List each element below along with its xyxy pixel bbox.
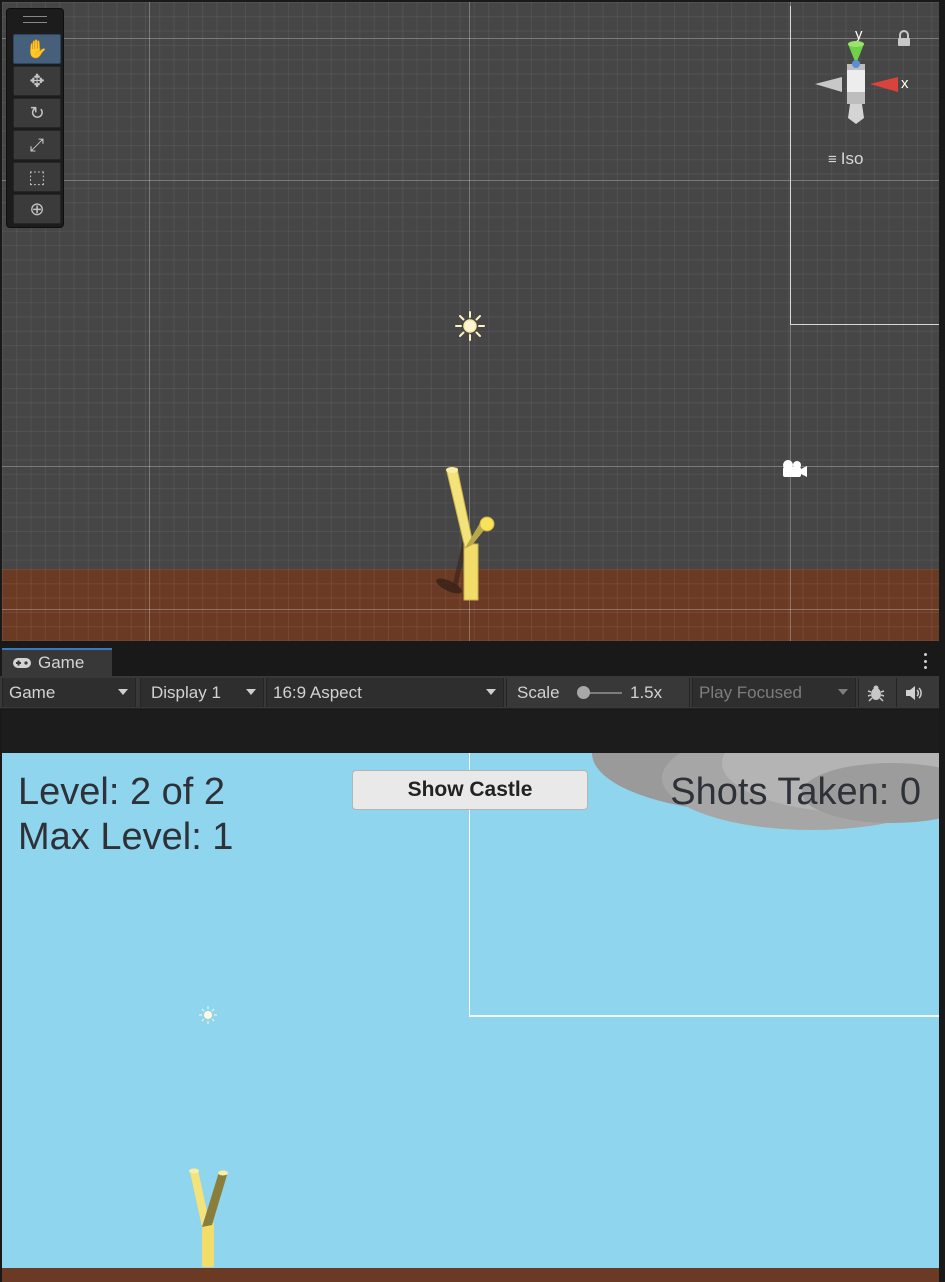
max-level-text: Max Level: 1 [18, 816, 234, 858]
display-dropdown[interactable]: Display 1 [140, 678, 264, 707]
projection-label: Iso [840, 149, 864, 168]
game-mode-dropdown[interactable]: Game [2, 678, 136, 707]
sun-icon [199, 1006, 217, 1024]
shots-taken-text: Shots Taken: 0 [670, 771, 921, 813]
game-view-letterbox [2, 710, 939, 753]
scale-slider-knob[interactable] [577, 686, 590, 699]
play-mode-value: Play Focused [699, 682, 802, 702]
hamburger-icon: ≡ [828, 150, 837, 168]
transform-tool-button[interactable]: ⊕ [13, 194, 61, 224]
rotate-tool-button[interactable]: ↻ [13, 98, 61, 128]
game-tab-bar: Game [0, 646, 945, 676]
more-options-icon[interactable] [923, 653, 927, 669]
bug-icon [867, 685, 885, 702]
level-text: Level: 2 of 2 [18, 771, 226, 813]
speaker-icon [906, 685, 922, 700]
projection-toggle[interactable]: ≡ Iso [828, 149, 863, 169]
lock-icon[interactable] [896, 30, 912, 48]
play-mode-dropdown[interactable]: Play Focused [692, 678, 856, 707]
game-toolbar: Game Display 1 16:9 Aspect Scale 1.5x Pl… [0, 676, 945, 709]
scale-slider-control[interactable]: Scale 1.5x [506, 678, 690, 707]
panel-border [939, 0, 945, 1282]
tab-game-label: Game [38, 653, 85, 672]
tab-game[interactable]: Game [2, 648, 112, 676]
aspect-value: 16:9 Aspect [273, 682, 362, 702]
move-icon: ✥ [29, 71, 45, 91]
rotate-icon: ↻ [29, 103, 45, 123]
aspect-dropdown[interactable]: 16:9 Aspect [266, 678, 504, 707]
grid-line [2, 609, 939, 610]
chevron-down-icon [118, 689, 128, 695]
slingshot-sprite[interactable] [185, 1167, 235, 1267]
gizmo-y-label: y [855, 26, 863, 43]
stats-toggle[interactable] [858, 678, 893, 707]
gizmo-x-label: x [901, 75, 909, 92]
chevron-down-icon [486, 689, 496, 695]
hand-icon: ✋ [25, 39, 49, 59]
scale-icon: ⤢ [29, 135, 45, 155]
camera-icon[interactable] [777, 458, 809, 482]
scale-label: Scale [517, 682, 560, 702]
chevron-down-icon [246, 689, 256, 695]
rect-tool-button[interactable]: ⬚ [13, 162, 61, 192]
grid-line [149, 569, 150, 641]
grid-line [149, 2, 150, 641]
scale-tool-button[interactable]: ⤢ [13, 130, 61, 160]
scale-value: 1.5x [630, 683, 663, 702]
drag-handle[interactable] [23, 16, 47, 23]
scene-view[interactable]: ✋ ✥ ↻ ⤢ ⬚ ⊕ y x ≡ Iso [2, 2, 939, 641]
scene-tools-overlay: ✋ ✥ ↻ ⤢ ⬚ ⊕ [6, 8, 64, 228]
grid-line [790, 569, 791, 641]
gamepad-icon [13, 658, 31, 668]
ground-strip [2, 1268, 939, 1282]
game-view[interactable]: Level: 2 of 2 Max Level: 1 Shots Taken: … [2, 753, 939, 1282]
transform-icon: ⊕ [29, 199, 45, 219]
show-castle-button[interactable]: Show Castle [352, 770, 588, 810]
sun-icon[interactable] [454, 310, 486, 342]
rect-transform-icon: ⬚ [28, 167, 46, 187]
chevron-down-icon [838, 689, 848, 695]
slingshot-model[interactable] [427, 464, 507, 604]
display-value: Display 1 [151, 682, 221, 702]
game-mode-value: Game [9, 682, 56, 702]
audio-toggle[interactable] [896, 678, 931, 707]
hand-tool-button[interactable]: ✋ [13, 34, 61, 64]
move-tool-button[interactable]: ✥ [13, 66, 61, 96]
